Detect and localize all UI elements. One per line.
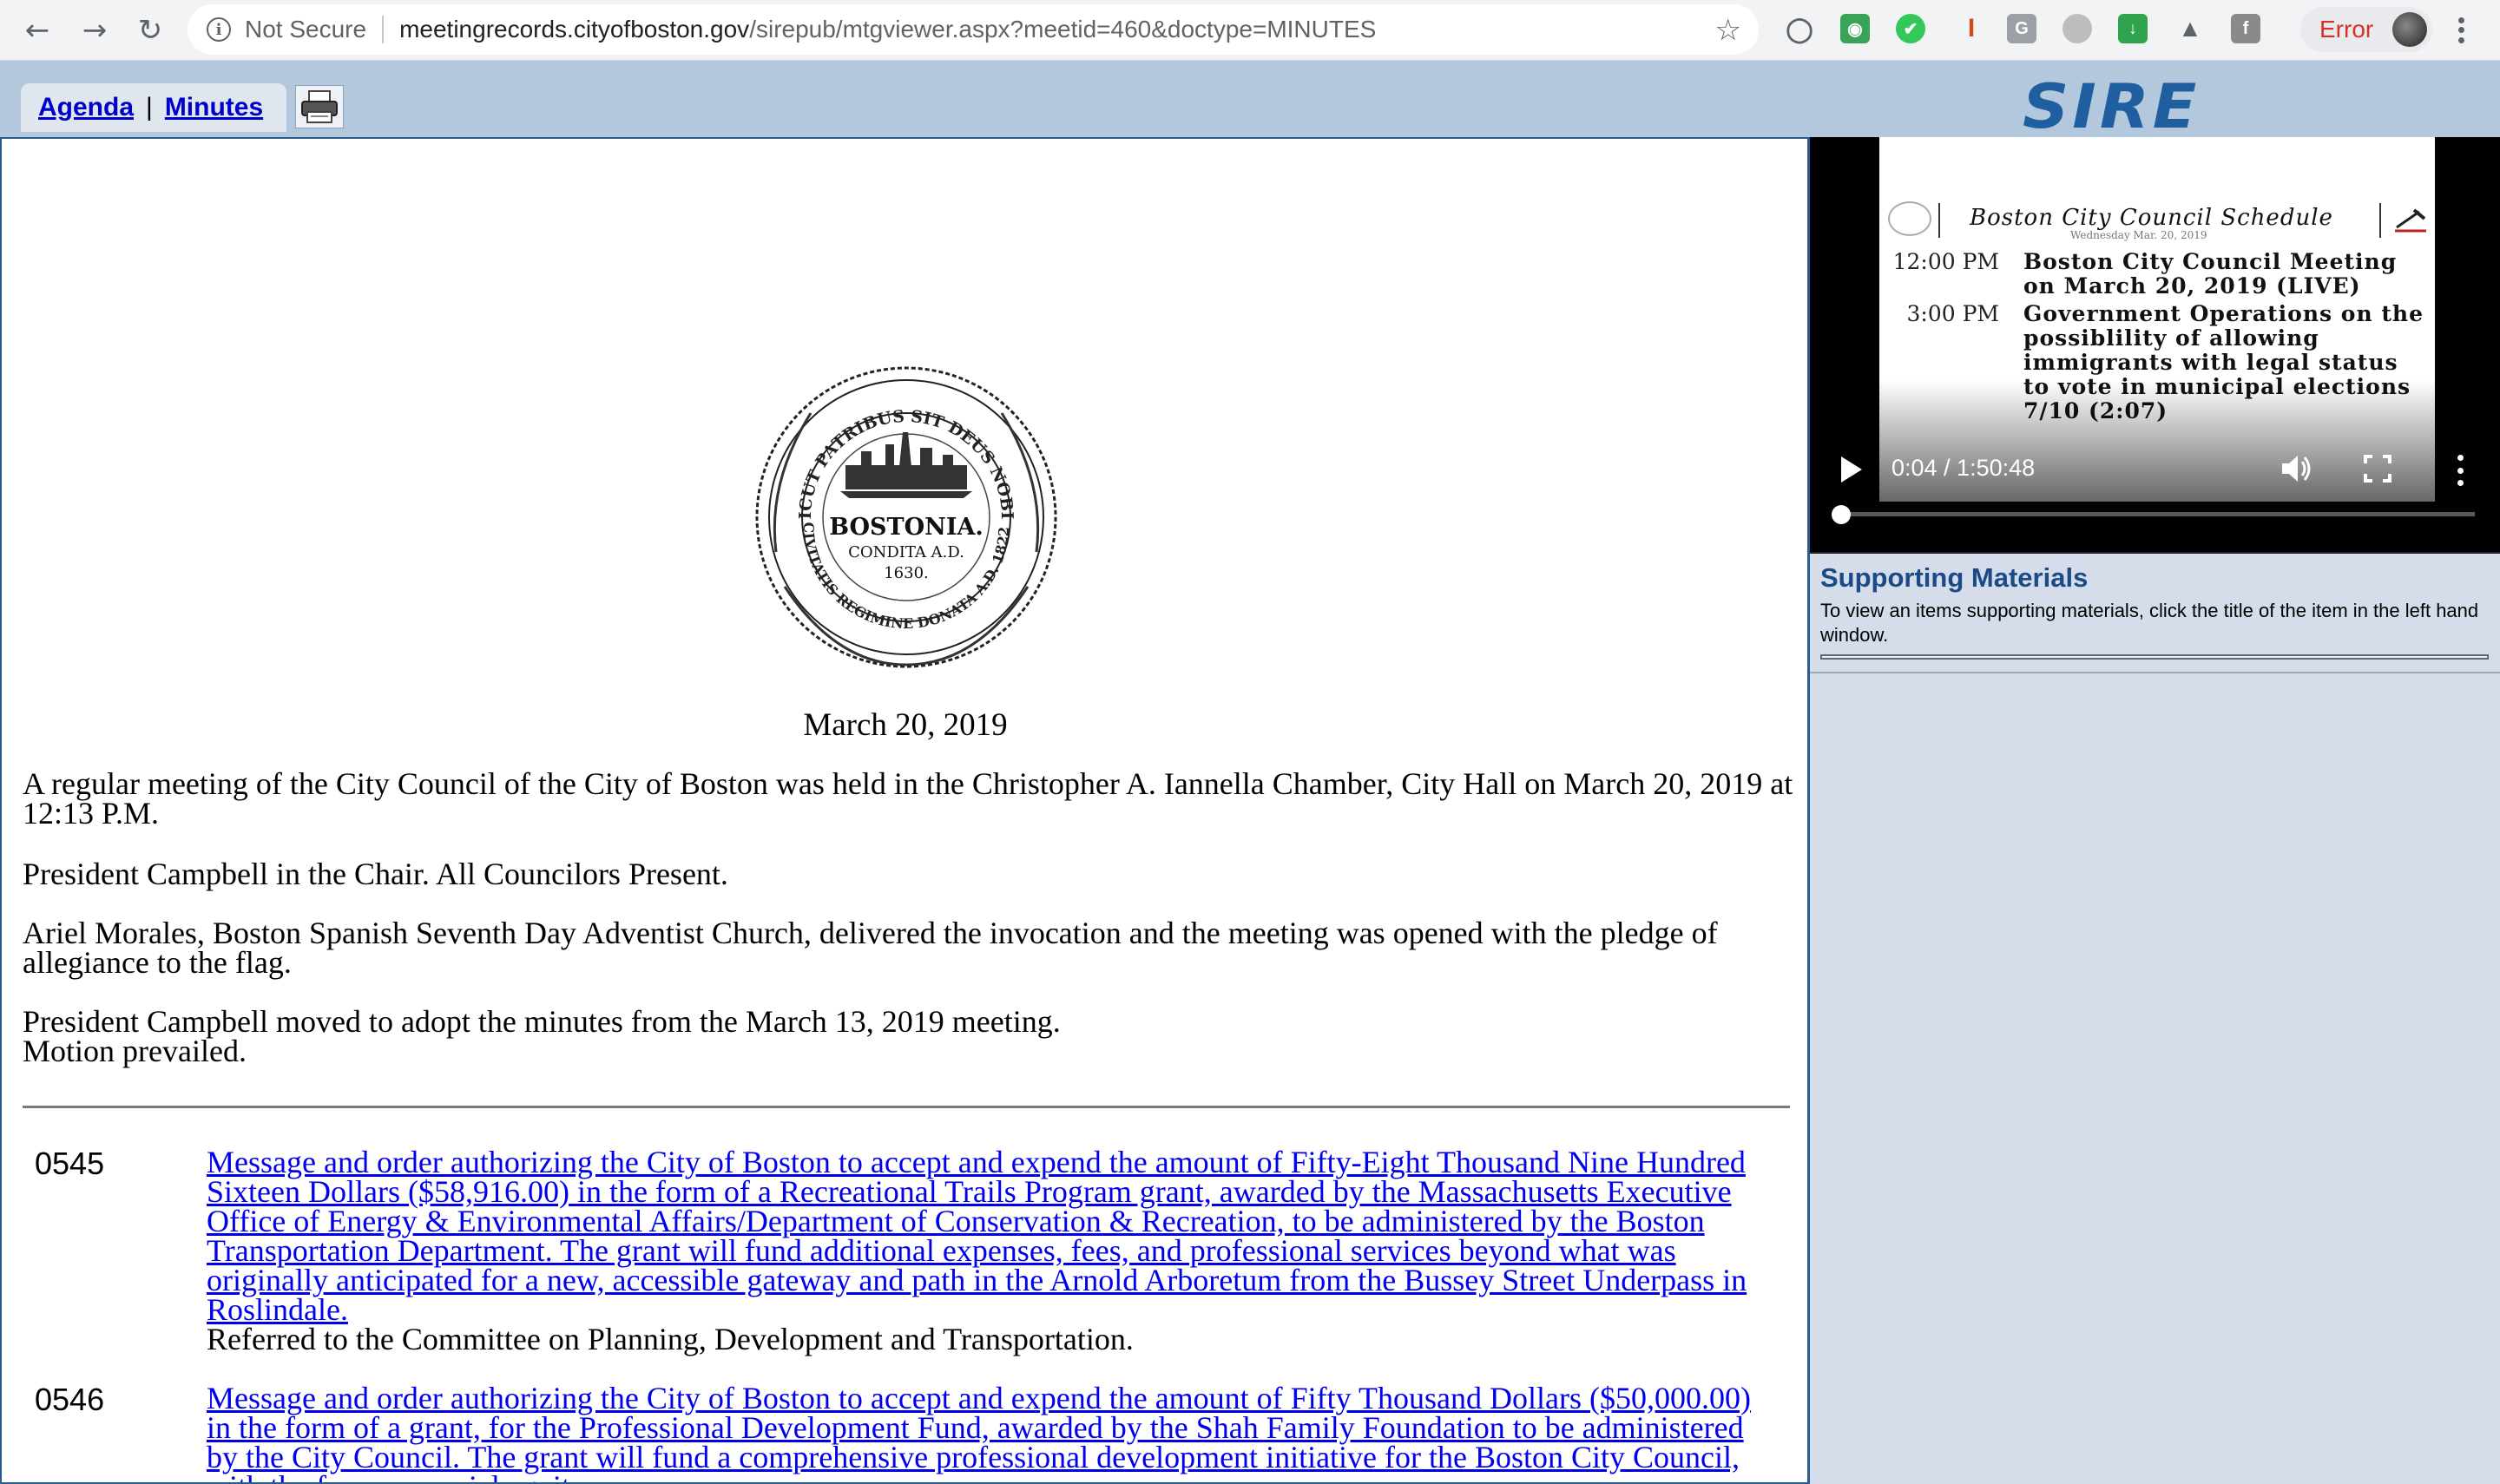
schedule-time: 12:00 PM — [1892, 249, 1999, 274]
item-number: 0545 — [35, 1146, 105, 1181]
star-icon[interactable]: ☆ — [1715, 13, 1741, 48]
printer-icon[interactable] — [295, 85, 344, 128]
gavel-icon — [2395, 208, 2426, 233]
url-path: /sirepub/mtgviewer.aspx?meetid=460&docty… — [749, 16, 1377, 43]
video-divider — [2379, 203, 2381, 238]
invocation-paragraph: Ariel Morales, Boston Spanish Seventh Da… — [23, 916, 1718, 980]
profile-error-button[interactable]: Error — [2300, 7, 2432, 52]
circle-extension-icon[interactable] — [2062, 14, 2092, 43]
more-vert-icon[interactable] — [2456, 455, 2464, 486]
seal-center-title: BOSTONIA. — [829, 514, 984, 541]
video-progress-track[interactable] — [1841, 512, 2475, 516]
supporting-title: Supporting Materials — [1820, 562, 2089, 593]
lightbulb-extension-icon[interactable]: ◯ — [1785, 14, 1814, 43]
download-extension-icon[interactable]: ↓ — [2118, 14, 2148, 43]
docket-item: Message and order authorizing the City o… — [207, 1145, 1778, 1356]
address-separator — [382, 16, 385, 43]
item-title-link[interactable]: Message and order authorizing the City o… — [207, 1381, 1751, 1482]
supporting-description: To view an items supporting materials, c… — [1820, 600, 2479, 646]
info-icon[interactable]: i — [207, 17, 231, 42]
fullscreen-icon[interactable] — [2364, 455, 2391, 483]
right-panel: Boston City Council Schedule Wednesday M… — [1807, 137, 2500, 1484]
section-divider — [23, 1106, 1790, 1108]
sire-logo: SIRE — [2023, 71, 2201, 142]
seal-center-sub: CONDITA A.D. — [848, 543, 964, 561]
item-number: 0546 — [35, 1382, 105, 1417]
meeting-date: March 20, 2019 — [803, 707, 1008, 743]
item-action: Referred to the Committee on Planning, D… — [207, 1322, 1134, 1356]
thumbs-up-extension-icon[interactable]: ✔ — [1896, 14, 1925, 43]
opening-paragraph: A regular meeting of the City Council of… — [23, 766, 1793, 831]
url-host: meetingrecords.cityofboston.gov — [399, 16, 750, 43]
error-label: Error — [2319, 16, 2374, 43]
schedule-desc: Boston City Council Meeting on March 20,… — [2023, 249, 2398, 299]
browser-menu-icon[interactable] — [2448, 10, 2474, 50]
schedule-date: Wednesday Mar. 20, 2019 — [2070, 229, 2207, 241]
agenda-tab[interactable]: Agenda — [38, 93, 134, 122]
g-extension-icon[interactable]: G — [2007, 14, 2036, 43]
forward-icon[interactable]: → — [73, 9, 116, 52]
schedule-title: Boston City Council Schedule — [1970, 205, 2333, 231]
video-divider — [1938, 203, 1940, 238]
tab-separator: | — [146, 93, 153, 121]
minutes-document: SICUT PATRIBUS SIT DEUS NOBIS CIVITATIS … — [0, 137, 1807, 1484]
supporting-rule — [1810, 672, 2500, 673]
seal-center-year: 1630. — [884, 564, 929, 582]
minutes-motion-paragraph: President Campbell moved to adopt the mi… — [23, 1004, 1061, 1039]
motion-result: Motion prevailed. — [23, 1034, 247, 1068]
volume-icon[interactable] — [2279, 451, 2313, 486]
page-header: Agenda | Minutes SIRE — [0, 61, 2500, 142]
video-seal-icon — [1888, 201, 1931, 236]
boston-city-seal: SICUT PATRIBUS SIT DEUS NOBIS CIVITATIS … — [750, 361, 1057, 668]
facebook-extension-icon[interactable]: f — [2231, 14, 2260, 43]
video-time: 0:04 / 1:50:48 — [1891, 455, 2036, 481]
browser-toolbar: ← → ↻ i Not Secure meetingrecords.cityof… — [0, 0, 2500, 61]
back-icon[interactable]: ← — [16, 9, 59, 52]
text-cursor-extension-icon[interactable]: I — [1957, 14, 1986, 43]
drive-extension-icon[interactable]: ▲ — [2175, 14, 2205, 43]
play-icon[interactable] — [1841, 456, 1862, 483]
address-bar[interactable]: i Not Secure meetingrecords.cityofboston… — [188, 4, 1759, 55]
profile-avatar — [2392, 12, 2427, 47]
minutes-tab[interactable]: Minutes — [165, 93, 263, 122]
security-label: Not Secure — [245, 16, 367, 43]
item-title-link[interactable]: Message and order authorizing the City o… — [207, 1145, 1747, 1327]
video-player[interactable]: Boston City Council Schedule Wednesday M… — [1810, 137, 2500, 554]
supporting-divider — [1820, 654, 2489, 660]
doc-tabs: Agenda | Minutes — [21, 83, 286, 132]
camera-extension-icon[interactable]: ◉ — [1840, 14, 1870, 43]
reload-icon[interactable]: ↻ — [128, 9, 172, 52]
chair-paragraph: President Campbell in the Chair. All Cou… — [23, 857, 728, 891]
schedule-time: 3:00 PM — [1906, 301, 1999, 326]
docket-item: Message and order authorizing the City o… — [207, 1381, 1778, 1482]
